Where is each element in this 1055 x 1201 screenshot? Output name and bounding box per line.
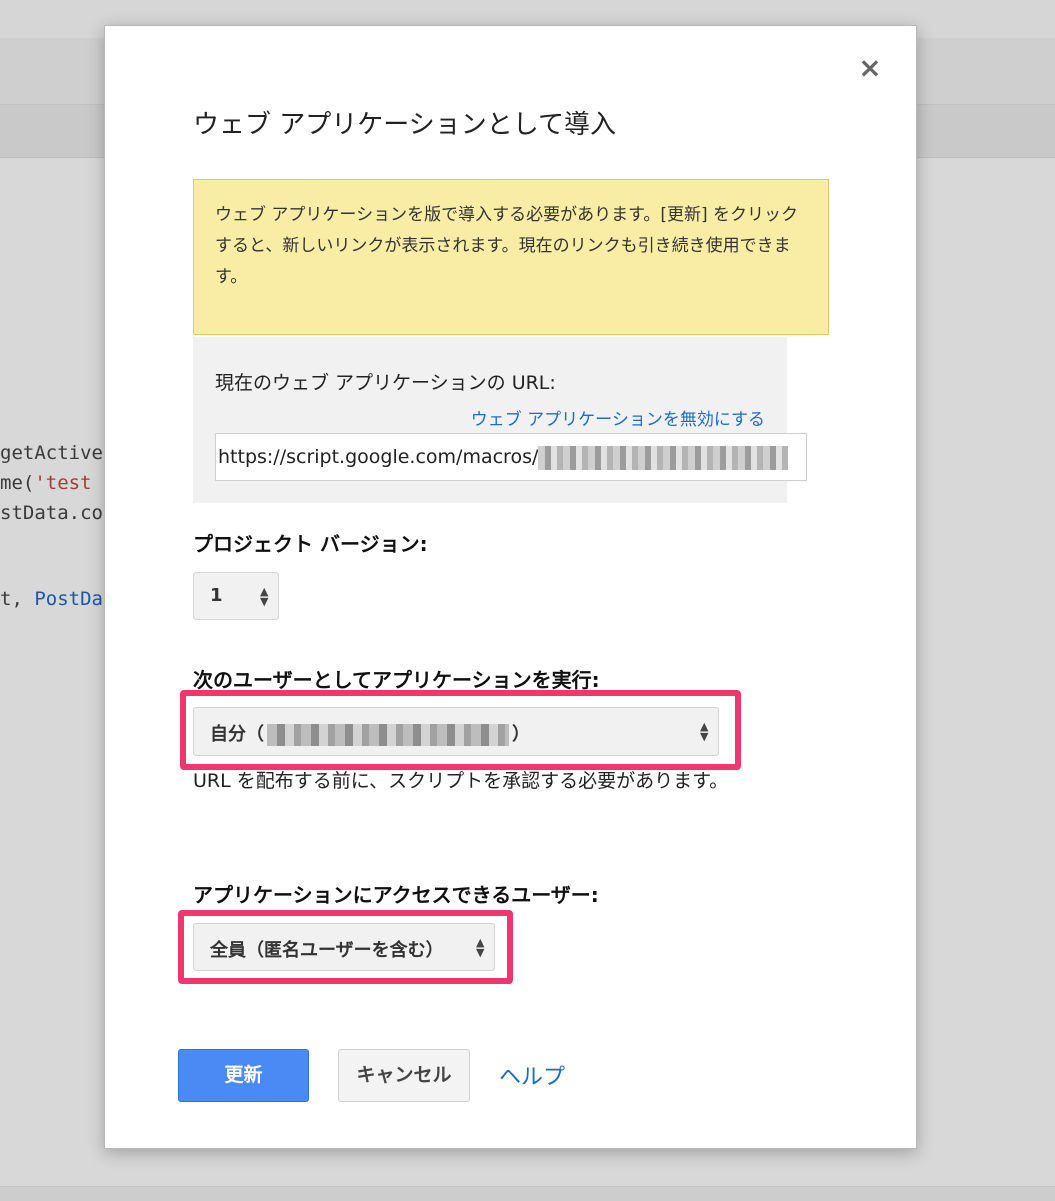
access-value: 全員（匿名ユーザーを含む） — [210, 940, 444, 961]
project-version-label: プロジェクト バージョン: — [193, 532, 428, 556]
code-line: me('test — [0, 472, 92, 494]
update-button[interactable]: 更新 — [178, 1049, 309, 1102]
access-select[interactable]: 全員（匿名ユーザーを含む） ▲ ▼ — [193, 923, 495, 971]
execute-as-prefix: 自分（ — [210, 724, 264, 745]
code-line: stData.co — [0, 502, 103, 524]
current-url-label: 現在のウェブ アプリケーションの URL: — [215, 372, 556, 394]
authorization-note: URL を配布する前に、スクリプトを承認する必要があります。 — [193, 770, 729, 792]
current-url-text: https://script.google.com/macros/ — [218, 446, 539, 468]
editor-status-bar — [0, 1186, 1055, 1201]
project-version-select[interactable]: 1 ▲ ▼ — [193, 572, 279, 620]
execute-as-select[interactable]: 自分（ ） ▲ ▼ — [193, 707, 719, 756]
code-line: getActive — [0, 442, 103, 464]
code-line: t, PostDa — [0, 588, 103, 610]
select-arrows-icon: ▲ ▼ — [700, 720, 709, 743]
cancel-button[interactable]: キャンセル — [338, 1049, 470, 1102]
current-url-panel: 現在のウェブ アプリケーションの URL: ウェブ アプリケーションを無効にする… — [193, 337, 807, 503]
access-label: アプリケーションにアクセスできるユーザー: — [193, 883, 599, 907]
execute-as-suffix: ） — [512, 724, 530, 745]
deploy-web-app-dialog: × ウェブ アプリケーションとして導入 ウェブ アプリケーションを版で導入する必… — [104, 25, 917, 1149]
current-url-field[interactable]: https://script.google.com/macros/ — [215, 433, 807, 481]
select-arrows-icon: ▲ ▼ — [476, 936, 485, 959]
redacted-url-part — [538, 445, 789, 470]
warning-notice: ウェブ アプリケーションを版で導入する必要があります。[更新] をクリックすると… — [193, 179, 829, 335]
help-link[interactable]: ヘルプ — [499, 1059, 565, 1091]
select-arrows-icon: ▲ ▼ — [260, 585, 269, 608]
redacted-email — [267, 724, 509, 746]
execute-as-label: 次のユーザーとしてアプリケーションを実行: — [193, 668, 600, 692]
close-icon[interactable]: × — [856, 54, 884, 82]
dialog-title: ウェブ アプリケーションとして導入 — [193, 110, 616, 140]
disable-web-app-link[interactable]: ウェブ アプリケーションを無効にする — [471, 405, 765, 430]
project-version-value: 1 — [210, 585, 223, 606]
